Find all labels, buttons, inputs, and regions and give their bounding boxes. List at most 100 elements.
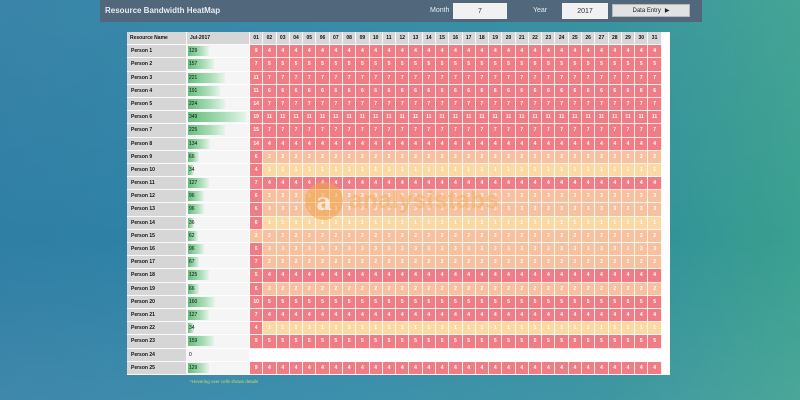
- heat-cell[interactable]: 2: [250, 229, 264, 243]
- heat-cell[interactable]: 4: [648, 269, 662, 283]
- heat-cell[interactable]: 2: [369, 150, 383, 164]
- heat-cell[interactable]: 5: [342, 335, 357, 349]
- heat-cell[interactable]: 4: [515, 269, 529, 283]
- heat-cell[interactable]: 1: [475, 322, 490, 336]
- heat-cell[interactable]: 5: [316, 335, 330, 349]
- heat-cell[interactable]: 1: [435, 322, 450, 336]
- heat-cell[interactable]: 2: [568, 150, 583, 164]
- heat-cell[interactable]: 2: [276, 256, 290, 270]
- heat-cell[interactable]: 4: [356, 177, 370, 191]
- heat-cell[interactable]: 5: [289, 335, 304, 349]
- heat-cell[interactable]: 4: [342, 137, 357, 151]
- heat-cell[interactable]: 3: [369, 190, 383, 204]
- heat-cell[interactable]: 2: [528, 282, 543, 296]
- heat-cell[interactable]: 2: [621, 282, 636, 296]
- heat-cell[interactable]: 6: [528, 84, 543, 98]
- heat-cell[interactable]: 4: [608, 177, 622, 191]
- heat-cell[interactable]: 2: [542, 282, 556, 296]
- heat-cell[interactable]: 4: [342, 177, 357, 191]
- heat-cell[interactable]: 5: [409, 295, 423, 309]
- heat-cell[interactable]: 7: [568, 97, 583, 112]
- heat-cell[interactable]: 3: [422, 243, 436, 257]
- heat-cell[interactable]: 5: [276, 295, 290, 309]
- heat-cell[interactable]: 1: [608, 216, 622, 230]
- heat-cell[interactable]: 3: [555, 203, 569, 217]
- heat-cell[interactable]: 4: [342, 45, 357, 59]
- heat-cell[interactable]: 4: [582, 361, 596, 375]
- heat-cell[interactable]: 2: [568, 256, 583, 270]
- heat-cell[interactable]: 3: [555, 243, 569, 257]
- heat-cell[interactable]: 1: [595, 216, 609, 230]
- heat-cell[interactable]: 6: [608, 84, 622, 98]
- heat-cell[interactable]: 2: [263, 256, 277, 270]
- heat-cell[interactable]: 3: [621, 243, 636, 257]
- heat-cell[interactable]: 4: [396, 361, 410, 375]
- heat-cell[interactable]: 2: [289, 229, 304, 243]
- heat-cell[interactable]: 2: [462, 256, 476, 270]
- heat-cell[interactable]: 7: [648, 97, 662, 112]
- heat-cell[interactable]: 1: [382, 163, 397, 178]
- heat-cell[interactable]: [342, 348, 357, 362]
- heat-cell[interactable]: 4: [608, 137, 622, 151]
- heat-cell[interactable]: 1: [528, 216, 543, 230]
- heat-cell[interactable]: 6: [555, 84, 569, 98]
- heat-cell[interactable]: 4: [528, 361, 543, 375]
- heat-cell[interactable]: 5: [342, 58, 357, 72]
- heat-cell[interactable]: 4: [489, 177, 503, 191]
- heat-cell[interactable]: 5: [422, 335, 436, 349]
- heat-cell[interactable]: 1: [263, 322, 277, 336]
- heat-cell[interactable]: 5: [502, 58, 516, 72]
- heat-cell[interactable]: 3: [396, 203, 410, 217]
- heat-cell[interactable]: 1: [422, 322, 436, 336]
- heat-cell[interactable]: 11: [648, 111, 662, 125]
- heat-cell[interactable]: 4: [289, 308, 304, 323]
- heat-cell[interactable]: 5: [409, 58, 423, 72]
- heat-cell[interactable]: 4: [595, 45, 609, 59]
- heat-cell[interactable]: 7: [369, 124, 383, 138]
- heat-cell[interactable]: 5: [329, 335, 343, 349]
- heat-cell[interactable]: 1: [356, 322, 370, 336]
- heat-cell[interactable]: 5: [409, 335, 423, 349]
- heat-cell[interactable]: 4: [502, 308, 516, 323]
- heat-cell[interactable]: 4: [595, 269, 609, 283]
- heat-cell[interactable]: 7: [316, 71, 330, 85]
- heat-cell[interactable]: 4: [608, 45, 622, 59]
- heat-cell[interactable]: 4: [515, 361, 529, 375]
- heat-cell[interactable]: 4: [316, 308, 330, 323]
- heat-cell[interactable]: [409, 348, 423, 362]
- heat-cell[interactable]: 3: [542, 190, 556, 204]
- heat-cell[interactable]: 4: [303, 269, 317, 283]
- heat-cell[interactable]: 2: [462, 282, 476, 296]
- heat-cell[interactable]: 11: [608, 111, 622, 125]
- heat-cell[interactable]: 7: [276, 71, 290, 85]
- heat-cell[interactable]: [316, 348, 330, 362]
- heat-cell[interactable]: 7: [263, 97, 277, 112]
- heat-cell[interactable]: 19: [250, 111, 264, 125]
- heat-cell[interactable]: 7: [422, 97, 436, 112]
- heat-cell[interactable]: 3: [462, 190, 476, 204]
- heat-cell[interactable]: 11: [342, 111, 357, 125]
- heat-cell[interactable]: 1: [303, 322, 317, 336]
- heat-cell[interactable]: 3: [542, 243, 556, 257]
- heat-cell[interactable]: 4: [621, 137, 636, 151]
- heat-cell[interactable]: 5: [369, 295, 383, 309]
- heat-cell[interactable]: 4: [595, 177, 609, 191]
- heat-cell[interactable]: 7: [329, 97, 343, 112]
- heat-cell[interactable]: 6: [369, 84, 383, 98]
- heat-cell[interactable]: 1: [555, 216, 569, 230]
- heat-cell[interactable]: 5: [608, 295, 622, 309]
- heat-cell[interactable]: 3: [621, 203, 636, 217]
- heat-cell[interactable]: 3: [528, 243, 543, 257]
- heat-cell[interactable]: 3: [263, 243, 277, 257]
- heat-cell[interactable]: 5: [648, 335, 662, 349]
- heat-cell[interactable]: 5: [342, 295, 357, 309]
- heat-cell[interactable]: 5: [263, 335, 277, 349]
- heat-cell[interactable]: 7: [449, 97, 463, 112]
- heat-cell[interactable]: 1: [316, 322, 330, 336]
- heat-cell[interactable]: 2: [542, 150, 556, 164]
- data-entry-button[interactable]: Data Entry ▶: [612, 4, 690, 17]
- heat-cell[interactable]: 11: [303, 111, 317, 125]
- heat-cell[interactable]: 4: [369, 137, 383, 151]
- heat-cell[interactable]: 5: [542, 58, 556, 72]
- heat-cell[interactable]: 5: [489, 295, 503, 309]
